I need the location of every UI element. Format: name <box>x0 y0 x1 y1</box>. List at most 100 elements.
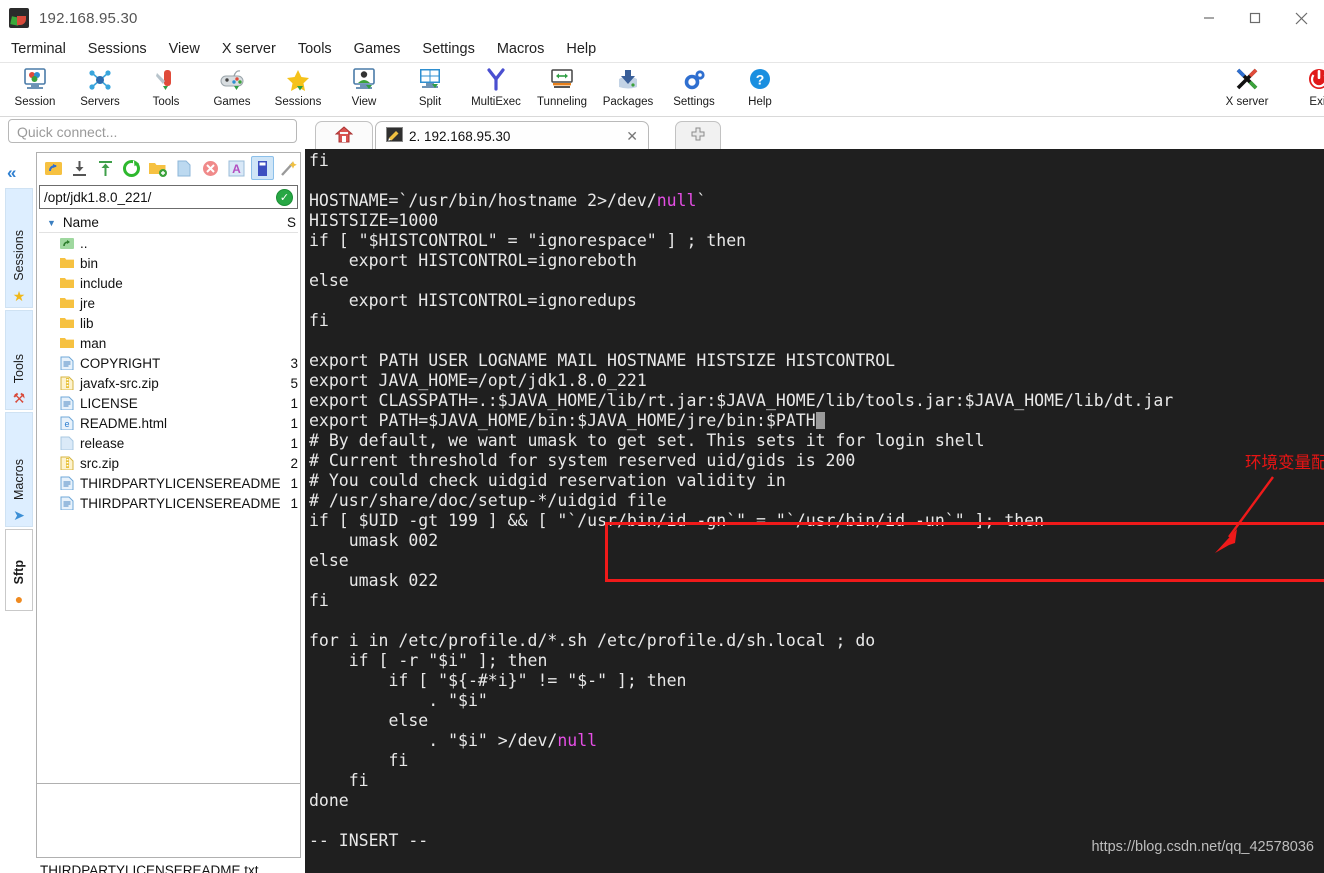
file-name: README.html <box>80 415 168 431</box>
refresh-icon[interactable] <box>120 156 143 180</box>
menu-tools[interactable]: Tools <box>287 36 343 63</box>
zip-file-icon <box>57 456 77 470</box>
new-tab-button[interactable] <box>675 121 721 150</box>
term-line: . "$i" <box>309 691 488 710</box>
sftp-path-bar[interactable]: /opt/jdk1.8.0_221/ ✓ <box>39 185 298 209</box>
toolbar-button-session[interactable]: Session <box>2 65 68 115</box>
toolbar-button-games[interactable]: Games <box>199 65 265 115</box>
toolbar-button-settings[interactable]: Settings <box>661 65 727 115</box>
check-icon: ✓ <box>276 188 293 206</box>
list-item[interactable]: release 1 <box>39 433 298 453</box>
menu-macros[interactable]: Macros <box>486 36 556 63</box>
quick-connect-input[interactable]: Quick connect... <box>8 119 297 143</box>
list-item[interactable]: bin <box>39 253 298 273</box>
term-line: export HISTCONTROL=ignoreboth <box>309 251 637 270</box>
toolbar-label: Exit <box>1309 96 1324 108</box>
tab-close-icon[interactable]: ✕ <box>626 128 638 145</box>
go-up-icon[interactable] <box>42 156 65 180</box>
download-icon[interactable] <box>68 156 91 180</box>
toolbar-button-help[interactable]: ? Help <box>727 65 793 115</box>
menu-help[interactable]: Help <box>555 36 607 63</box>
file-list[interactable]: .. bin include jre lib man COPYRIGHT 3 j… <box>39 233 298 708</box>
toolbar-label: View <box>351 96 377 108</box>
close-button[interactable] <box>1278 0 1324 36</box>
toolbar-label: Help <box>748 96 772 108</box>
file-name: src.zip <box>80 455 120 471</box>
term-line-classpath: export CLASSPATH=.:$JAVA_HOME/lib/rt.jar… <box>309 391 1174 410</box>
text-mode-icon[interactable]: A <box>225 156 248 180</box>
list-item[interactable]: THIRDPARTYLICENSEREADME.txt 1 <box>39 493 298 513</box>
term-line: HISTSIZE=1000 <box>309 211 439 230</box>
tools-icon <box>149 65 183 95</box>
menu-x-server[interactable]: X server <box>211 36 287 63</box>
list-item[interactable]: src.zip 2 <box>39 453 298 473</box>
list-item[interactable]: COPYRIGHT 3 <box>39 353 298 373</box>
list-item[interactable]: LICENSE 1 <box>39 393 298 413</box>
menu-settings[interactable]: Settings <box>411 36 485 63</box>
menu-games[interactable]: Games <box>343 36 412 63</box>
term-line: fi <box>309 591 329 610</box>
sidebar-tab-tools[interactable]: ⚒ Tools <box>5 310 33 410</box>
toolbar-button-packages[interactable]: Packages <box>595 65 661 115</box>
list-item[interactable]: jre <box>39 293 298 313</box>
toolbar-button-servers[interactable]: Servers <box>67 65 133 115</box>
column-header-size[interactable]: S <box>278 215 298 230</box>
term-line: # Current threshold for system reserved … <box>309 451 856 470</box>
file-size: 3 <box>290 355 298 371</box>
menu-view[interactable]: View <box>158 36 211 63</box>
binary-mode-icon[interactable] <box>250 156 274 180</box>
sidebar-tab-macros[interactable]: ➤ Macros <box>5 412 33 527</box>
toolbar-button-x-server[interactable]: X server <box>1214 65 1280 115</box>
delete-icon[interactable] <box>199 156 222 180</box>
clipped-file-row: THIRDPARTYLICENSEREADME.txt <box>40 863 259 873</box>
file-size: 1 <box>290 415 298 431</box>
term-line: done <box>309 791 349 810</box>
toolbar-button-sessions[interactable]: Sessions <box>265 65 331 115</box>
file-name: lib <box>80 315 94 331</box>
menu-terminal[interactable]: Terminal <box>0 36 77 63</box>
terminal-view[interactable]: fi HOSTNAME=`/usr/bin/hostname 2>/dev/nu… <box>305 149 1324 873</box>
column-header-name[interactable]: Name <box>63 215 278 230</box>
list-item[interactable]: javafx-src.zip 5 <box>39 373 298 393</box>
home-tab[interactable] <box>315 121 373 150</box>
minimize-button[interactable] <box>1186 0 1232 36</box>
list-item[interactable]: lib <box>39 313 298 333</box>
upload-icon[interactable] <box>94 156 117 180</box>
packages-icon <box>611 65 645 95</box>
term-line: fi <box>309 771 369 790</box>
mobaxterm-logo-icon <box>9 8 29 28</box>
sidebar-tab-sftp[interactable]: ● Sftp <box>5 529 33 611</box>
toolbar-button-exit[interactable]: Exit <box>1286 65 1324 115</box>
maximize-button[interactable] <box>1232 0 1278 36</box>
list-item[interactable]: e README.html 1 <box>39 413 298 433</box>
toolbar-button-multiexec[interactable]: MultiExec <box>463 65 529 115</box>
magic-wand-icon[interactable] <box>277 156 300 180</box>
term-line: if [ "$HISTCONTROL" = "ignorespace" ] ; … <box>309 231 747 250</box>
ssh-pencil-icon <box>386 127 403 145</box>
zip-file-icon <box>57 376 77 390</box>
tunneling-icon <box>545 65 579 95</box>
list-item[interactable]: include <box>39 273 298 293</box>
list-item[interactable]: .. <box>39 233 298 253</box>
file-name: COPYRIGHT <box>80 355 161 371</box>
toolbar-label: Settings <box>673 96 715 108</box>
toolbar-button-split[interactable]: Split <box>397 65 463 115</box>
collapse-sidebar-icon[interactable]: « <box>7 163 17 183</box>
list-item[interactable]: man <box>39 333 298 353</box>
menu-sessions[interactable]: Sessions <box>77 36 158 63</box>
list-item[interactable]: THIRDPARTYLICENSEREADME-JA... 1 <box>39 473 298 493</box>
text-file-icon <box>57 496 77 510</box>
new-folder-icon[interactable] <box>146 156 169 180</box>
tab-session-192-168-95-30[interactable]: 2. 192.168.95.30 ✕ <box>375 121 649 150</box>
toolbar-label: Session <box>14 96 56 108</box>
toolbar-button-tools[interactable]: Tools <box>133 65 199 115</box>
sidebar-tab-sessions[interactable]: ★ Sessions <box>5 188 33 308</box>
tab-label: 2. 192.168.95.30 <box>409 128 511 144</box>
title-bar: 192.168.95.30 <box>0 0 1324 36</box>
sftp-panel: A /opt/jdk1.8.0_221/ ✓ ▼ Name S .. bin i… <box>36 152 314 784</box>
toolbar-button-view[interactable]: View <box>331 65 397 115</box>
sort-arrow-icon[interactable]: ▼ <box>47 218 56 228</box>
toolbar-button-tunneling[interactable]: Tunneling <box>529 65 595 115</box>
file-name: release <box>80 435 125 451</box>
new-file-icon[interactable] <box>172 156 195 180</box>
